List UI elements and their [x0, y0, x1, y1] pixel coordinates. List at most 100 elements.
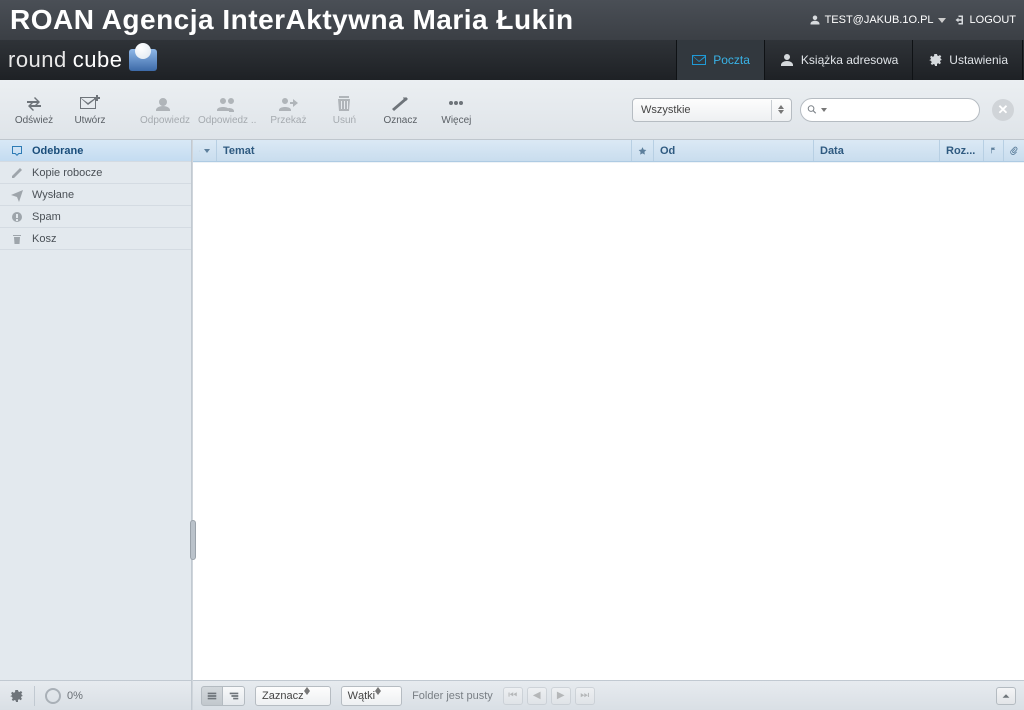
tab-addressbook-label: Książka adresowa: [801, 53, 898, 67]
column-flag[interactable]: [984, 140, 1004, 161]
logout-icon: [954, 14, 966, 26]
search-clear-button[interactable]: ✕: [992, 99, 1014, 121]
column-flag-star[interactable]: [632, 140, 654, 161]
page-prev-button[interactable]: ◀: [527, 687, 547, 705]
tab-addressbook[interactable]: Książka adresowa: [764, 40, 912, 80]
nav-tabs: Poczta Książka adresowa Ustawienia: [676, 40, 1024, 80]
folder-sent[interactable]: Wysłane: [0, 184, 191, 206]
folder-settings-button[interactable]: [8, 688, 24, 704]
mark-icon: [388, 93, 412, 113]
mail-icon: [691, 52, 707, 68]
refresh-button[interactable]: Odśwież: [10, 86, 58, 134]
folder-trash[interactable]: Kosz: [0, 228, 191, 250]
select-menu-label: Zaznacz: [262, 690, 304, 702]
replyall-button: Odpowiedz ..: [198, 86, 256, 134]
column-date-label: Data: [820, 145, 844, 157]
column-date[interactable]: Data: [814, 140, 940, 161]
compose-button[interactable]: Utwórz: [66, 86, 114, 134]
column-subject[interactable]: Temat: [217, 140, 632, 161]
column-from[interactable]: Od: [654, 140, 814, 161]
caret-down-icon: [938, 18, 946, 23]
list-column-headers: Temat Od Data Roz...: [193, 140, 1024, 162]
stepper-icon: [375, 687, 381, 705]
refresh-label: Odśwież: [15, 115, 53, 126]
roundcube-logo-icon: [129, 49, 157, 71]
folder-drafts-label: Kopie robocze: [32, 167, 102, 179]
reply-button: Odpowiedz: [140, 86, 190, 134]
reply-label: Odpowiedz: [140, 115, 190, 126]
folder-drafts[interactable]: Kopie robocze: [0, 162, 191, 184]
gear-small-icon: [199, 145, 200, 157]
folder-inbox[interactable]: Odebrane: [0, 140, 191, 162]
expand-icon: [1000, 690, 1012, 702]
list-options-button[interactable]: [193, 140, 217, 161]
thread-view-icon: [228, 690, 240, 702]
sidebar-footer: 0%: [0, 680, 191, 710]
mark-button[interactable]: Oznacz: [376, 86, 424, 134]
tab-mail[interactable]: Poczta: [676, 40, 764, 80]
column-attachment[interactable]: [1004, 140, 1024, 161]
forward-icon: [276, 93, 300, 113]
folder-list: Odebrane Kopie robocze Wysłane Spam: [0, 140, 191, 680]
search-icon: [807, 103, 817, 116]
star-icon: [638, 145, 647, 157]
stepper-icon: [771, 100, 789, 120]
logout-button[interactable]: LOGOUT: [954, 14, 1016, 26]
view-list-button[interactable]: [201, 686, 223, 706]
caret-down-icon: [204, 149, 210, 153]
column-from-label: Od: [660, 145, 675, 157]
view-thread-button[interactable]: [223, 686, 245, 706]
column-size[interactable]: Roz...: [940, 140, 984, 161]
compose-icon: [78, 93, 102, 113]
filter-select[interactable]: Wszystkie: [632, 98, 792, 122]
page-first-button[interactable]: ⏮: [503, 687, 523, 705]
inbox-icon: [10, 144, 24, 158]
replyall-label: Odpowiedz ..: [198, 115, 256, 126]
page-last-button[interactable]: ⏭: [575, 687, 595, 705]
banner-right: TEST@JAKUB.1O.PL LOGOUT: [809, 14, 1016, 26]
user-menu[interactable]: TEST@JAKUB.1O.PL: [809, 14, 946, 26]
refresh-icon: [22, 93, 46, 113]
quota-percent: 0%: [67, 690, 83, 702]
search-input[interactable]: [831, 104, 973, 116]
message-footer: Zaznacz Wątki Folder jest pusty ⏮ ◀ ▶ ⏭: [193, 680, 1024, 710]
folder-spam-label: Spam: [32, 211, 61, 223]
more-button[interactable]: Więcej: [432, 86, 480, 134]
pager: ⏮ ◀ ▶ ⏭: [503, 687, 595, 705]
brand-text-right: cube: [73, 47, 123, 73]
folder-trash-label: Kosz: [32, 233, 56, 245]
column-subject-label: Temat: [223, 145, 255, 157]
sent-icon: [10, 188, 24, 202]
splitter-handle[interactable]: [190, 520, 196, 560]
more-label: Więcej: [441, 115, 471, 126]
brand-logo-block: roundcube: [8, 40, 157, 80]
compose-label: Utwórz: [74, 115, 105, 126]
tab-settings[interactable]: Ustawienia: [912, 40, 1022, 80]
search-options-caret-icon[interactable]: [821, 108, 827, 112]
reply-icon: [153, 93, 177, 113]
spam-icon: [10, 210, 24, 224]
toolbar: Odśwież Utwórz Odpowiedz Odpowiedz .. Pr…: [0, 80, 1024, 140]
filter-selected: Wszystkie: [641, 104, 691, 116]
trash-icon: [332, 93, 356, 113]
page-next-button[interactable]: ▶: [551, 687, 571, 705]
preview-pane-toggle[interactable]: [996, 687, 1016, 705]
search-box[interactable]: [800, 98, 980, 122]
main-split: Odebrane Kopie robocze Wysłane Spam: [0, 140, 1024, 710]
threads-menu[interactable]: Wątki: [341, 686, 403, 706]
replyall-icon: [215, 93, 239, 113]
list-view-icon: [206, 690, 218, 702]
folder-spam[interactable]: Spam: [0, 206, 191, 228]
view-mode-buttons: [201, 686, 245, 706]
folder-status: Folder jest pusty: [412, 690, 493, 702]
folder-inbox-label: Odebrane: [32, 145, 83, 157]
tab-settings-label: Ustawienia: [949, 53, 1008, 67]
select-menu[interactable]: Zaznacz: [255, 686, 331, 706]
message-list-empty: [193, 162, 1024, 680]
forward-button: Przekaż: [264, 86, 312, 134]
gear-icon: [927, 52, 943, 68]
tab-mail-label: Poczta: [713, 53, 750, 67]
forward-label: Przekaż: [270, 115, 306, 126]
column-size-label: Roz...: [946, 145, 975, 157]
folder-sent-label: Wysłane: [32, 189, 74, 201]
